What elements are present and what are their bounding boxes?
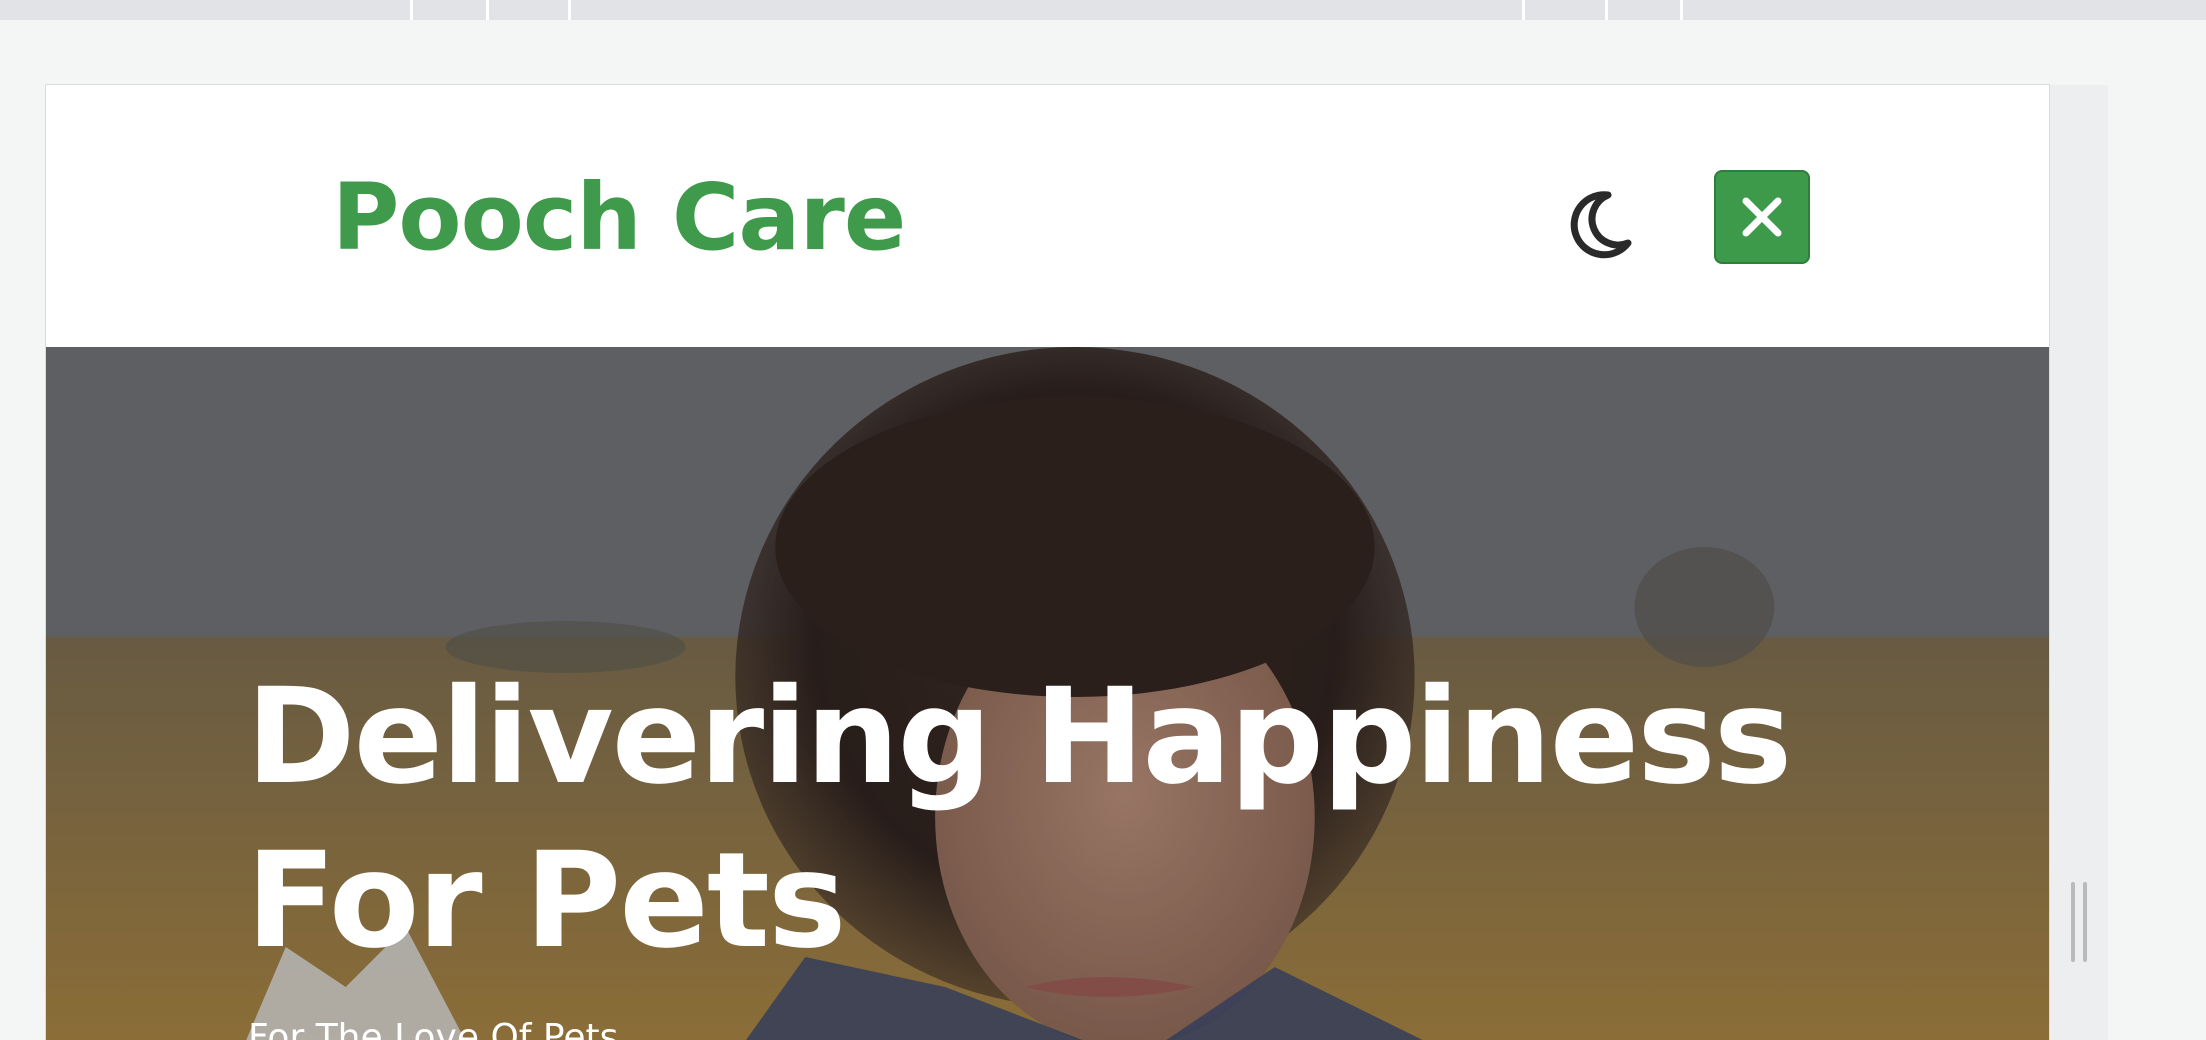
viewport-resize-handle[interactable] xyxy=(2071,882,2087,962)
ruler-tick xyxy=(410,0,413,20)
hero-section: Delivering Happiness For Pets For The Lo… xyxy=(46,347,2049,1040)
close-menu-button[interactable] xyxy=(1714,170,1810,264)
ruler-tick xyxy=(1680,0,1683,20)
ruler-tick xyxy=(568,0,571,20)
responsive-viewport: Pooch Care Delivering Happiness For Pets… xyxy=(45,84,2050,1040)
ruler-tick xyxy=(1605,0,1608,20)
resize-grip-line xyxy=(2083,882,2087,962)
top-ruler xyxy=(0,0,2206,20)
navbar: Pooch Care xyxy=(46,85,2049,347)
resize-grip-line xyxy=(2071,882,2075,962)
moon-icon xyxy=(1570,191,1632,259)
hero-subtitle: For The Love Of Pets xyxy=(248,1017,619,1040)
ruler-tick xyxy=(1522,0,1525,20)
theme-toggle-button[interactable] xyxy=(1561,184,1641,264)
hero-title: Delivering Happiness For Pets xyxy=(246,660,1792,978)
close-icon xyxy=(1742,197,1782,237)
brand-logo[interactable]: Pooch Care xyxy=(332,163,906,273)
ruler-tick xyxy=(486,0,489,20)
